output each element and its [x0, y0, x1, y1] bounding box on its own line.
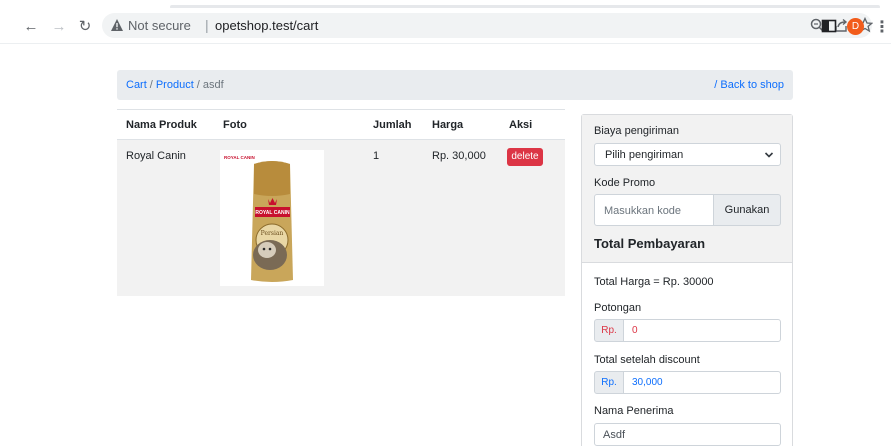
discount-label: Potongan [594, 302, 642, 314]
after-discount-field[interactable]: Rp. 30,000 [594, 371, 781, 394]
promo-code-placeholder: Masukkan kode [604, 205, 682, 217]
back-to-shop-label[interactable]: / Back to shop [714, 79, 784, 91]
shipping-label: Biaya pengiriman [594, 125, 679, 137]
url-separator: | [205, 17, 209, 33]
breadcrumb-trail: Cart / Product / asdf [126, 79, 224, 91]
discount-field[interactable]: Rp. 0 [594, 319, 781, 342]
product-package-image: ROYAL CANIN ROYAL CANIN Persian [224, 155, 293, 282]
product-name: Royal Canin [126, 150, 186, 162]
recipient-name-value: Asdf [603, 429, 626, 441]
product-photo-brand: ROYAL CANIN [255, 210, 290, 216]
breadcrumb: Cart / Product / asdf / Back to shop [117, 70, 793, 100]
summary-header: Biaya pengiriman Pilih pengiriman Kode P… [582, 115, 792, 263]
browser-menu-icon[interactable]: ⋮ [874, 17, 890, 37]
header-product-name: Nama Produk [126, 119, 197, 131]
promo-label: Kode Promo [594, 177, 656, 189]
address-bar[interactable]: Not secure | opetshop.test/cart [102, 13, 873, 38]
forward-arrow-icon[interactable]: → [50, 18, 68, 36]
product-quantity: 1 [373, 150, 380, 162]
delete-button[interactable]: delete [507, 148, 543, 166]
product-photo-variant: Persian [261, 230, 284, 237]
header-quantity: Jumlah [373, 119, 412, 131]
header-price: Harga [432, 119, 464, 131]
breadcrumb-separator: / [149, 79, 153, 91]
product-photo: ROYAL CANIN ROYAL CANIN Persian [220, 150, 324, 286]
browser-toolbar: ← → ↻ Not secure | opetshop.test/cart D … [0, 8, 891, 44]
reload-icon[interactable]: ↻ [76, 18, 94, 36]
discount-currency-prefix: Rp. [594, 319, 624, 342]
url-text[interactable]: opetshop.test/cart [215, 18, 318, 33]
table-header: Nama Produk Foto Jumlah Harga Aksi [117, 109, 565, 140]
recipient-name-input[interactable]: Asdf [594, 423, 781, 446]
discount-input[interactable]: 0 [623, 319, 781, 342]
table-row: Royal Canin ROYAL CANIN ROYAL CANIN Pers… [117, 140, 565, 296]
header-photo: Foto [223, 119, 247, 131]
total-payment-title: Total Pembayaran [594, 236, 706, 251]
after-discount-label: Total setelah discount [594, 354, 700, 366]
recipient-label: Nama Penerima [594, 405, 674, 417]
breadcrumb-product-link[interactable]: Product [156, 79, 194, 91]
header-action: Aksi [509, 119, 533, 131]
shipping-select[interactable]: Pilih pengiriman [594, 143, 781, 166]
product-price: Rp. 30,000 [432, 150, 486, 162]
total-price-line: Total Harga = Rp. 30000 [594, 276, 714, 288]
after-discount-value: 30,000 [632, 377, 663, 388]
discount-value: 0 [632, 325, 638, 336]
apply-promo-button[interactable]: Gunakan [713, 194, 781, 226]
back-to-shop-link[interactable]: / Back to shop [714, 79, 784, 91]
after-discount-currency-prefix: Rp. [594, 371, 624, 394]
shipping-select-value: Pilih pengiriman [605, 149, 684, 161]
profile-avatar[interactable]: D [847, 18, 864, 35]
breadcrumb-cart-link[interactable]: Cart [126, 79, 147, 91]
tab-strip [0, 0, 891, 9]
side-panel-icon[interactable] [820, 17, 838, 35]
warning-icon[interactable] [110, 18, 124, 32]
payment-summary-card: Biaya pengiriman Pilih pengiriman Kode P… [581, 114, 793, 446]
breadcrumb-active: asdf [202, 79, 224, 91]
promo-code-input[interactable]: Masukkan kode [594, 194, 714, 226]
after-discount-input[interactable]: 30,000 [623, 371, 781, 394]
breadcrumb-separator: / [196, 79, 200, 91]
security-label[interactable]: Not secure [128, 18, 191, 33]
product-photo-logo-small: ROYAL CANIN [224, 155, 255, 160]
chevron-down-icon [764, 152, 774, 158]
back-arrow-icon[interactable]: ← [22, 18, 40, 36]
